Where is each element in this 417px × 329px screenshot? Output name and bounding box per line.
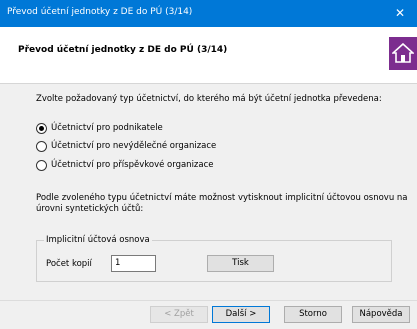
group-title: Implicitní účtová osnova bbox=[44, 235, 152, 245]
footer-separator bbox=[0, 300, 417, 301]
copies-input[interactable]: 1 bbox=[111, 255, 156, 272]
info-text-line2: úrovni syntetických účtů: bbox=[36, 204, 144, 214]
wizard-title: Převod účetní jednotky z DE do PÚ (3/14) bbox=[18, 45, 228, 55]
radio-nevydelecne[interactable] bbox=[36, 141, 47, 152]
print-button[interactable]: Tisk bbox=[207, 255, 274, 272]
window-titlebar: Převod účetní jednotky z DE do PÚ (3/14)… bbox=[0, 0, 417, 27]
radio-prispevkove[interactable] bbox=[36, 160, 47, 171]
back-button[interactable]: < Zpět bbox=[150, 306, 208, 323]
type-prompt: Zvolte požadovaný typ účetnictví, do kte… bbox=[36, 94, 382, 104]
info-text-line1: Podle zvoleného typu účetnictví máte mož… bbox=[36, 193, 408, 203]
radio-podnikatele[interactable] bbox=[36, 123, 47, 134]
cancel-button[interactable]: Storno bbox=[284, 306, 342, 323]
home-icon bbox=[389, 37, 417, 70]
close-icon[interactable]: ✕ bbox=[383, 0, 417, 27]
option-label[interactable]: Účetnictví pro nevýdělečné organizace bbox=[51, 141, 216, 151]
wizard-header: Převod účetní jednotky z DE do PÚ (3/14) bbox=[0, 27, 417, 84]
next-button[interactable]: Další > bbox=[212, 306, 270, 323]
option-label[interactable]: Účetnictví pro podnikatele bbox=[51, 123, 163, 133]
help-button[interactable]: Nápověda bbox=[352, 306, 410, 323]
option-label[interactable]: Účetnictví pro příspěvkové organizace bbox=[51, 160, 214, 170]
window-title: Převod účetní jednotky z DE do PÚ (3/14) bbox=[7, 7, 193, 17]
copies-label: Počet kopií bbox=[46, 259, 92, 269]
